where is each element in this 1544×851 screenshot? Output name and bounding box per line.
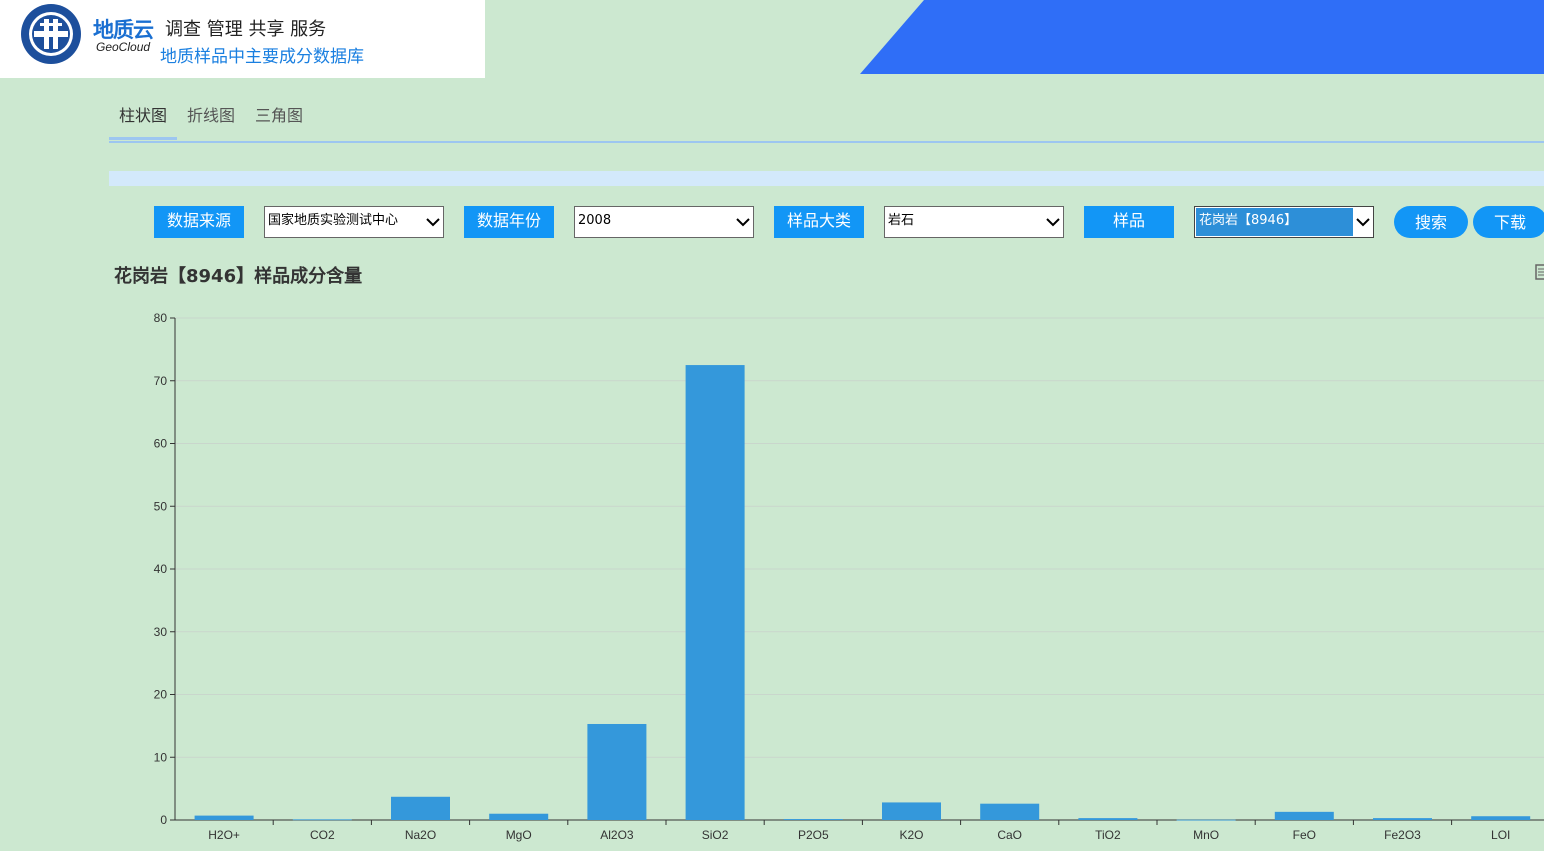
bar-loi xyxy=(1471,816,1531,820)
chevron-down-icon xyxy=(1356,218,1370,227)
brand-slogan: 调查 管理 共享 服务 xyxy=(165,19,327,40)
y-tick-label: 60 xyxy=(154,437,168,451)
x-tick-label: FeO xyxy=(1293,828,1316,842)
section-divider xyxy=(109,171,1544,186)
geological-survey-emblem-icon xyxy=(21,4,81,64)
y-tick-label: 30 xyxy=(154,625,168,639)
chevron-down-icon xyxy=(1046,218,1060,227)
data-year-label: 数据年份 xyxy=(464,206,554,238)
sample-label: 样品 xyxy=(1084,206,1174,238)
x-tick-label: CaO xyxy=(997,828,1022,842)
sample-select[interactable]: 花岗岩【8946】 xyxy=(1194,206,1374,238)
data-view-icon[interactable] xyxy=(1535,264,1544,280)
sample-category-label: 样品大类 xyxy=(774,206,864,238)
banner-shape xyxy=(860,0,1544,74)
x-tick-label: TiO2 xyxy=(1095,828,1121,842)
search-button[interactable]: 搜索 xyxy=(1394,206,1468,238)
y-tick-label: 10 xyxy=(154,750,168,764)
bar-co2 xyxy=(292,819,352,821)
data-source-select[interactable]: 国家地质实验测试中心 xyxy=(264,206,444,238)
x-tick-label: LOI xyxy=(1491,828,1510,842)
bar-k2o xyxy=(882,802,941,820)
data-year-value: 2008 xyxy=(578,213,612,228)
bar-al2o3 xyxy=(587,723,647,820)
data-source-label: 数据来源 xyxy=(154,206,244,238)
bar-fe2o3 xyxy=(1373,818,1432,820)
chart-title: 花岗岩【8946】样品成分含量 xyxy=(114,266,363,287)
bar-mno xyxy=(1176,819,1236,821)
x-tick-label: Al2O3 xyxy=(600,828,634,842)
bar-p2o5 xyxy=(783,819,843,820)
header-banner xyxy=(860,0,1544,74)
x-tick-label: MnO xyxy=(1193,828,1219,842)
sample-category-value: 岩石 xyxy=(888,213,915,228)
bar-sio2 xyxy=(685,365,745,820)
sample-category-select[interactable]: 岩石 xyxy=(884,206,1064,238)
x-tick-label: Fe2O3 xyxy=(1384,828,1421,842)
bar-tio2 xyxy=(1078,818,1138,820)
chart-type-tabs: 柱状图 折线图 三角图 xyxy=(109,100,1544,143)
x-tick-label: P2O5 xyxy=(798,828,829,842)
database-title: 地质样品中主要成分数据库 xyxy=(160,47,364,67)
header-logo-panel: 地质云 GeoCloud 调查 管理 共享 服务 地质样品中主要成分数据库 xyxy=(0,0,485,78)
x-tick-label: SiO2 xyxy=(702,828,729,842)
y-tick-label: 20 xyxy=(154,688,168,702)
active-tab-indicator xyxy=(109,137,177,140)
x-tick-label: Na2O xyxy=(405,828,436,842)
tab-line-chart[interactable]: 折线图 xyxy=(177,104,245,136)
bar-h2o xyxy=(194,815,254,820)
x-tick-label: H2O+ xyxy=(208,828,240,842)
brand-name-english: GeoCloud xyxy=(96,40,151,54)
x-tick-label: CO2 xyxy=(310,828,335,842)
tab-ternary-chart[interactable]: 三角图 xyxy=(245,104,313,136)
bar-mgo xyxy=(489,813,549,820)
y-tick-label: 50 xyxy=(154,499,168,513)
y-tick-label: 0 xyxy=(160,813,167,827)
y-tick-label: 40 xyxy=(154,562,168,576)
y-tick-label: 70 xyxy=(154,374,168,388)
bar-na2o xyxy=(391,796,450,820)
bar-feo xyxy=(1274,811,1334,820)
tab-bar-chart[interactable]: 柱状图 xyxy=(109,104,177,136)
composition-bar-chart: 0 10 20 30 40 50 60 70 80 H2O+ CO2 Na2O MgO Al2O3 SiO2… xyxy=(154,311,1544,842)
x-tick-label: K2O xyxy=(899,828,923,842)
data-year-select[interactable]: 2008 xyxy=(574,206,754,238)
x-tick-label: MgO xyxy=(506,828,532,842)
chevron-down-icon xyxy=(736,218,750,227)
bar-cao xyxy=(980,803,1040,820)
y-tick-label: 80 xyxy=(154,311,168,325)
download-button[interactable]: 下载 xyxy=(1473,206,1544,238)
data-source-value: 国家地质实验测试中心 xyxy=(268,213,399,228)
sample-value: 花岗岩【8946】 xyxy=(1196,208,1353,236)
chevron-down-icon xyxy=(426,218,440,227)
